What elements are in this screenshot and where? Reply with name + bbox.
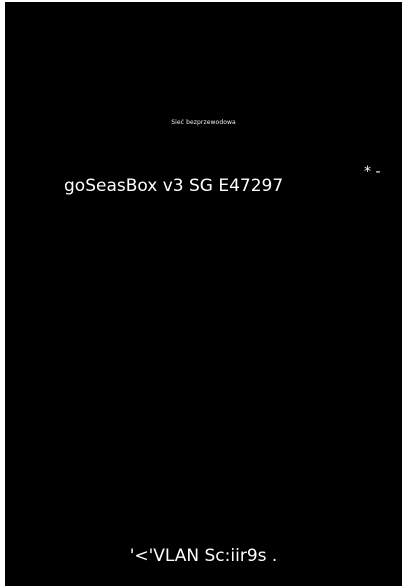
wifi-network-item[interactable]: goSeasBox v3 SG E47297 * - (5, 162, 402, 196)
wifi-network-name: goSeasBox v3 SG E47297 (64, 176, 284, 196)
wlan-scan-button[interactable]: '<'VLAN Sc:iir9s . (5, 545, 402, 567)
wireless-screen: Sieć bezprzewodowa goSeasBox v3 SG E4729… (5, 2, 402, 586)
wifi-status-indicator: * - (364, 164, 381, 180)
screen-title: Sieć bezprzewodowa (171, 119, 236, 126)
